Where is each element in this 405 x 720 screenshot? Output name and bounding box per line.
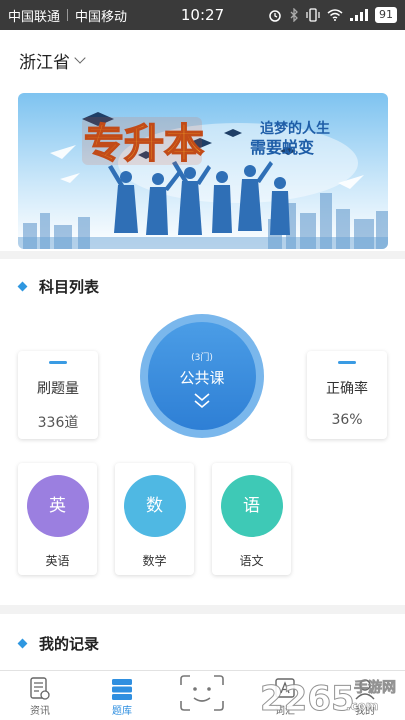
tab-question-bank[interactable]: 题库: [92, 671, 152, 720]
subject-name: 语文: [239, 554, 264, 568]
section-divider: [0, 251, 405, 259]
carrier-1: 中国联通: [8, 9, 61, 25]
accuracy-value: 36%: [331, 412, 363, 428]
bluetooth-icon: [290, 8, 298, 22]
diamond-bullet-icon: [17, 638, 28, 649]
subjects-section-title: 科目列表: [17, 276, 100, 297]
questions-label: 刷题量: [37, 381, 79, 397]
tab-face-scan[interactable]: [172, 671, 232, 720]
stat-dash: [49, 361, 67, 364]
carrier-2: 中国移动: [75, 9, 128, 25]
category-selector[interactable]: (3门) 公共课: [140, 314, 264, 438]
clock: 10:27: [180, 6, 225, 24]
double-chevron-down-icon: [194, 393, 210, 409]
accuracy-label: 正确率: [326, 381, 368, 397]
subject-card-chinese[interactable]: 语 语文: [212, 463, 291, 575]
battery-indicator: 91: [375, 7, 397, 23]
face-scan-icon: [180, 675, 224, 711]
alarm-icon: [269, 10, 281, 22]
province-selector[interactable]: 浙江省: [19, 48, 86, 73]
records-title-text: 我的记录: [39, 635, 100, 653]
tab-label: 资讯: [30, 706, 50, 717]
banner-slogan-line1: 追梦的人生: [260, 120, 330, 137]
question-bank-icon: [112, 679, 132, 700]
subject-icon-math: 数: [123, 475, 186, 537]
subject-name: 数学: [142, 554, 167, 568]
subject-card-math[interactable]: 数 数学: [115, 463, 194, 575]
stat-dash: [338, 361, 356, 364]
diamond-bullet-icon: [17, 281, 28, 292]
banner-title: 专升本: [84, 121, 204, 167]
tab-label: 题库: [112, 706, 132, 717]
promo-banner[interactable]: 专升本 追梦的人生 需要蜕变: [18, 93, 388, 249]
carrier-separator: [67, 9, 69, 21]
banner-slogan-line2: 需要蜕变: [250, 138, 314, 157]
chevron-down-icon: [74, 52, 86, 64]
status-bar: 中国联通 中国移动 10:27 91: [0, 0, 405, 30]
news-icon: [30, 677, 50, 700]
records-section-title[interactable]: 我的记录: [17, 633, 100, 654]
questions-stat-card: 刷题量 336道: [18, 351, 98, 439]
subjects-title-text: 科目列表: [39, 278, 100, 296]
section-divider: [0, 605, 405, 614]
accuracy-stat-card: 正确率 36%: [307, 351, 387, 439]
site-watermark-logo: 2265 .com 手游网: [260, 679, 397, 720]
category-name: 公共课: [179, 369, 225, 387]
category-circle: (3门) 公共课: [148, 322, 256, 430]
wifi-icon: [327, 9, 343, 21]
subject-icon-english: 英: [26, 475, 89, 537]
svg-text:手游网: 手游网: [354, 679, 396, 696]
carriers: 中国联通 中国移动: [8, 6, 127, 25]
subject-name: 英语: [45, 554, 70, 568]
tab-news[interactable]: 资讯: [10, 671, 70, 720]
header: 浙江省: [0, 30, 405, 90]
app-screen: 中国联通 中国移动 10:27 91 浙江省 专升本 追梦的人生 需要蜕变 科目…: [0, 0, 405, 720]
category-count: (3门): [191, 353, 213, 363]
banner-artwork: 专升本 追梦的人生 需要蜕变: [18, 93, 388, 249]
questions-value: 336道: [37, 415, 79, 431]
subject-card-english[interactable]: 英 英语: [18, 463, 97, 575]
signal-icon: [350, 9, 368, 21]
subject-icon-chinese: 语: [220, 475, 283, 537]
svg-text:2265: 2265: [260, 679, 355, 719]
province-label: 浙江省: [19, 52, 70, 73]
vibrate-icon: [306, 8, 320, 22]
svg-text:.com: .com: [346, 699, 378, 713]
status-icons: 91: [268, 7, 397, 23]
